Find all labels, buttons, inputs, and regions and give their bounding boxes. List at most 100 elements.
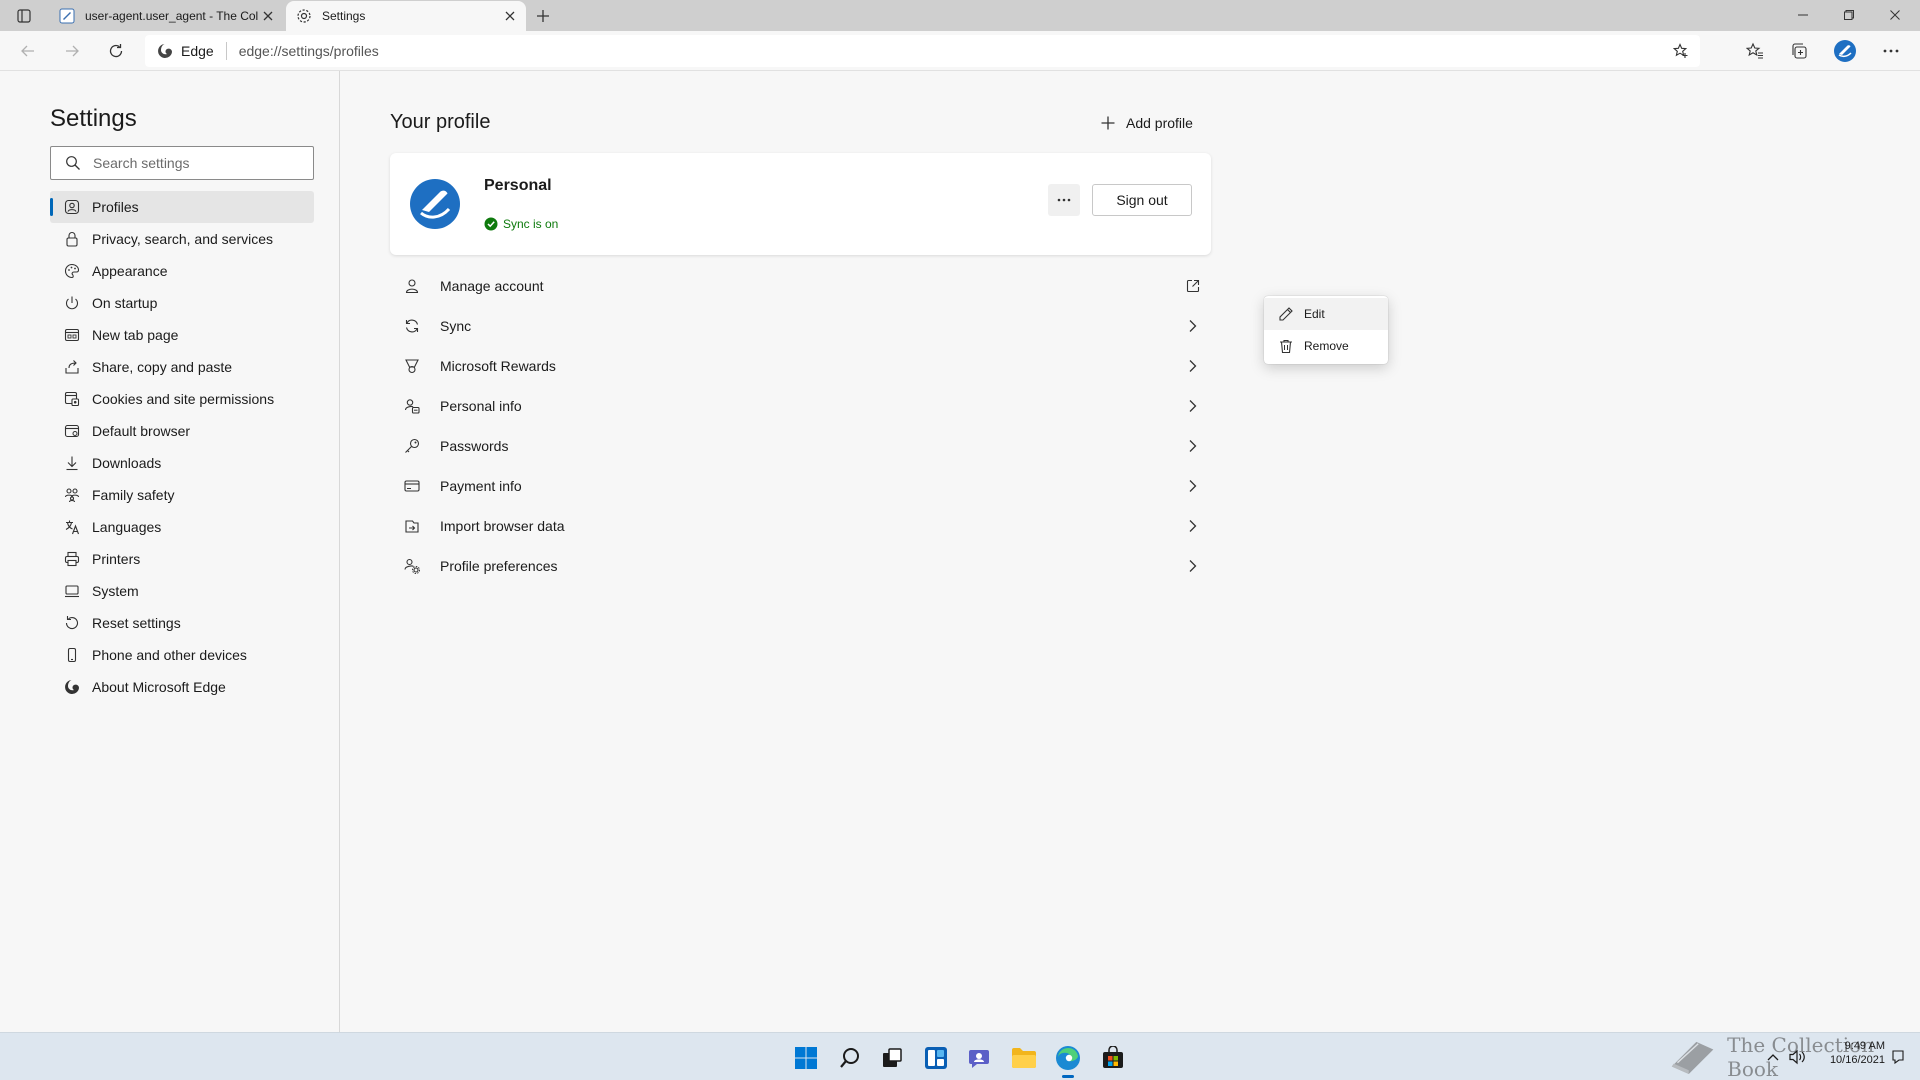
tab-user-agent[interactable]: user-agent.user_agent - The Coll [49,1,284,31]
rewards-icon [402,356,422,376]
system-tray [1762,1033,1810,1080]
sign-out-button[interactable]: Sign out [1092,184,1192,216]
sidebar-item-label: System [92,583,139,599]
check-circle-icon [484,217,498,231]
settings-sidebar: Settings Profiles Privacy, search, and s… [0,71,340,1032]
cookies-icon [64,391,80,407]
speaker-icon[interactable] [1784,1046,1810,1068]
card-icon [402,476,422,496]
widgets-button[interactable] [920,1042,952,1074]
sidebar-item-new-tab-page[interactable]: New tab page [50,319,314,351]
sidebar-item-printers[interactable]: Printers [50,543,314,575]
sidebar-item-label: Cookies and site permissions [92,391,275,407]
close-tab-icon[interactable] [500,6,520,26]
sidebar-item-cookies[interactable]: Cookies and site permissions [50,383,314,415]
sidebar-item-family-safety[interactable]: Family safety [50,479,314,511]
sync-status: Sync is on [484,217,558,231]
chevron-right-icon [1183,556,1203,576]
address-bar[interactable]: Edge edge://settings/profiles [145,35,1700,67]
search-input[interactable] [93,155,303,171]
row-personal-info[interactable]: Personal info [390,386,1211,426]
chevron-right-icon [1183,436,1203,456]
sidebar-item-share[interactable]: Share, copy and paste [50,351,314,383]
page-title: Your profile [390,111,491,133]
sidebar-item-label: Share, copy and paste [92,359,233,375]
tab-settings[interactable]: Settings [286,1,526,31]
sidebar-item-languages[interactable]: Languages [50,511,314,543]
profile-more-button[interactable] [1048,184,1080,216]
edge-logo-icon [158,44,172,58]
row-payment-info[interactable]: Payment info [390,466,1211,506]
sidebar-item-downloads[interactable]: Downloads [50,447,314,479]
favorites-button[interactable] [1741,37,1769,65]
more-dots-icon [1057,198,1071,202]
family-icon [64,487,80,503]
appearance-icon [64,263,80,279]
reset-icon [64,615,80,631]
task-view-button[interactable] [876,1042,908,1074]
edge-logo-icon [1056,1046,1080,1070]
refresh-button[interactable] [102,37,130,65]
file-explorer-button[interactable] [1008,1042,1040,1074]
chevron-right-icon [1183,356,1203,376]
profile-avatar-button[interactable] [1831,37,1859,65]
sidebar-item-about-edge[interactable]: About Microsoft Edge [50,671,314,703]
store-button[interactable] [1097,1042,1129,1074]
start-button[interactable] [790,1042,822,1074]
row-manage-account[interactable]: Manage account [390,266,1211,306]
sidebar-item-label: Profiles [92,199,139,215]
personal-info-icon [402,396,422,416]
menu-item-label: Remove [1304,339,1349,353]
taskbar-clock[interactable]: 9:49 AM 10/16/2021 [1815,1039,1885,1067]
gear-icon [296,8,312,24]
teams-chat-button[interactable] [964,1042,996,1074]
row-profile-preferences[interactable]: Profile preferences [390,546,1211,586]
sidebar-item-label: Printers [92,551,141,567]
row-label: Payment info [440,478,522,494]
notifications-icon[interactable] [1888,1047,1908,1067]
site-info[interactable]: Edge [145,43,214,59]
add-profile-button[interactable]: Add profile [1100,109,1193,137]
new-tab-icon [64,327,80,343]
lock-icon [64,231,80,247]
row-import-browser-data[interactable]: Import browser data [390,506,1211,546]
sidebar-item-reset-settings[interactable]: Reset settings [50,607,314,639]
chevron-right-icon [1183,316,1203,336]
row-sync[interactable]: Sync [390,306,1211,346]
url-text[interactable]: edge://settings/profiles [239,43,379,59]
sidebar-item-profiles[interactable]: Profiles [50,191,314,223]
minimize-button[interactable] [1780,0,1826,30]
row-passwords[interactable]: Passwords [390,426,1211,466]
sidebar-item-privacy[interactable]: Privacy, search, and services [50,223,314,255]
sidebar-item-system[interactable]: System [50,575,314,607]
menu-item-edit[interactable]: Edit [1264,298,1388,330]
tab-actions-icon[interactable] [12,6,36,26]
sidebar-item-label: Downloads [92,455,162,471]
taskbar-search-button[interactable] [834,1042,866,1074]
edge-taskbar-button[interactable] [1052,1042,1084,1078]
sidebar-item-phone-devices[interactable]: Phone and other devices [50,639,314,671]
menu-item-remove[interactable]: Remove [1264,330,1388,362]
add-favorite-icon[interactable] [1670,40,1692,62]
sync-status-text: Sync is on [503,217,559,231]
pencil-icon [1278,306,1294,322]
search-box[interactable] [50,146,314,180]
chevron-up-icon[interactable] [1762,1046,1784,1068]
sidebar-item-appearance[interactable]: Appearance [50,255,314,287]
forward-button[interactable] [58,37,86,65]
search-icon [840,1048,859,1068]
maximize-button[interactable] [1826,0,1872,30]
sidebar-title: Settings [50,105,137,132]
menu-item-label: Edit [1304,307,1325,321]
row-microsoft-rewards[interactable]: Microsoft Rewards [390,346,1211,386]
close-window-button[interactable] [1872,0,1918,30]
back-button[interactable] [14,37,42,65]
search-icon [65,155,81,171]
collections-button[interactable] [1785,37,1813,65]
sidebar-item-on-startup[interactable]: On startup [50,287,314,319]
close-tab-icon[interactable] [258,6,278,26]
settings-more-button[interactable] [1877,37,1905,65]
sidebar-item-default-browser[interactable]: Default browser [50,415,314,447]
new-tab-button[interactable] [532,5,554,27]
edge-icon [64,679,80,695]
